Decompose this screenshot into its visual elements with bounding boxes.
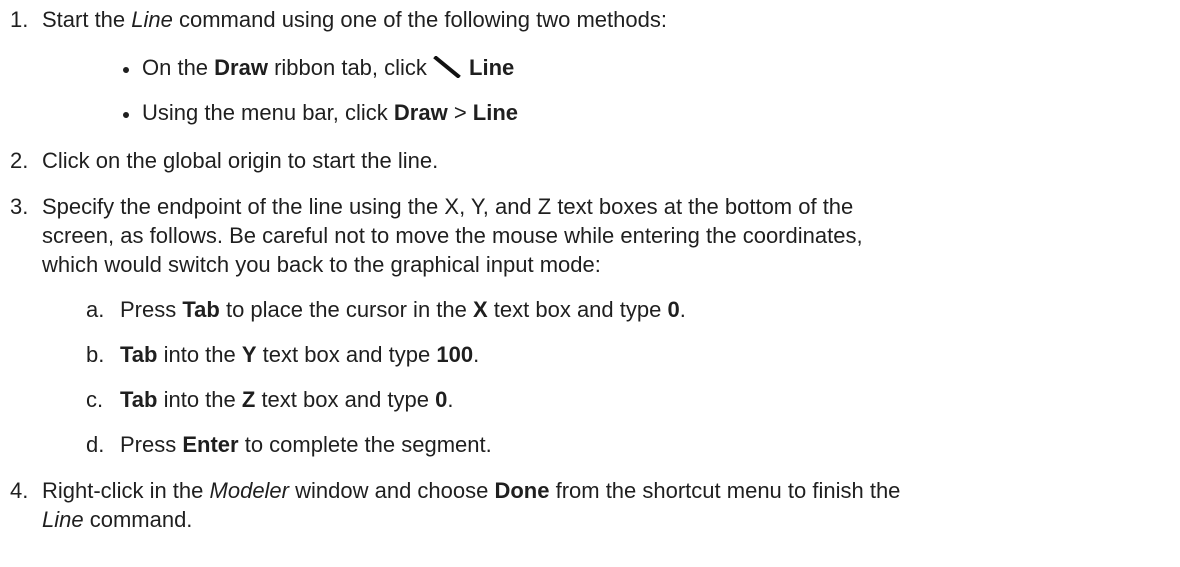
- step-4-line-2: Line command.: [42, 506, 192, 534]
- substep-a-letter: a.: [86, 297, 105, 322]
- step-1-text: Start the Line command using one of the …: [42, 6, 667, 34]
- step-3-line-3: which would switch you back to the graph…: [42, 252, 601, 277]
- step-4-text-b: window and choose: [289, 478, 495, 503]
- bullet-ribbon-method: On the Draw ribbon tab, click Line: [142, 54, 514, 82]
- substep-d-text-a: Press: [120, 432, 183, 457]
- y-box-name: Y: [241, 342, 257, 367]
- step-2-number: 2.: [10, 148, 29, 173]
- z-box-name: Z: [241, 387, 256, 412]
- step-1-text-b: command using one of the following two m…: [172, 7, 667, 32]
- bullet-2-text-a: Using the menu bar, click: [142, 100, 394, 125]
- step-1-number: 1.: [10, 7, 29, 32]
- x-box-name: X: [472, 297, 488, 322]
- line-command-name: Line: [131, 7, 173, 32]
- step-2-text: Click on the global origin to start the …: [42, 148, 439, 173]
- substep-c-period: .: [447, 387, 454, 412]
- substep-c-text-b: text box and type: [255, 387, 436, 412]
- done-menu-item: Done: [494, 478, 550, 503]
- step-4-line-1: Right-click in the Modeler window and ch…: [42, 477, 900, 505]
- substep-a-text-a: Press: [120, 297, 183, 322]
- tab-key: Tab: [120, 387, 158, 412]
- substep-d-text: Press Enter to complete the segment.: [120, 431, 492, 459]
- line-command-name: Line: [42, 507, 84, 532]
- step-3-line-1: Specify the endpoint of the line using t…: [42, 194, 854, 219]
- substep-c-letter: c.: [86, 387, 104, 412]
- step-3-number: 3.: [10, 194, 29, 219]
- step-4-text-c: from the shortcut menu to finish the: [549, 478, 901, 503]
- substep-b-letter: b.: [86, 342, 105, 367]
- substep-b-text: Tab into the Y text box and type 100.: [120, 341, 479, 369]
- substep-c-text: Tab into the Z text box and type 0.: [120, 386, 453, 414]
- substep-a-period: .: [679, 297, 686, 322]
- draw-tab-name: Draw: [214, 55, 268, 80]
- line-menu-item-name: Line: [472, 100, 519, 125]
- substep-a-text: Press Tab to place the cursor in the X t…: [120, 296, 686, 324]
- tab-key: Tab: [182, 297, 220, 322]
- substep-a-text-b: to place the cursor in the: [219, 297, 473, 322]
- bullet-1-text-b: ribbon tab, click: [267, 55, 434, 80]
- enter-key: Enter: [182, 432, 239, 457]
- modeler-window-name: Modeler: [209, 478, 289, 503]
- substep-d-text-b: to complete the segment.: [238, 432, 492, 457]
- step-4-number: 4.: [10, 478, 29, 503]
- step-3-line-2: screen, as follows. Be careful not to mo…: [42, 223, 863, 248]
- x-value: 0: [667, 297, 680, 322]
- substep-c-text-a: into the: [157, 387, 242, 412]
- bullet-1-text-a: On the: [142, 55, 215, 80]
- substep-b-period: .: [473, 342, 480, 367]
- bullet-dot: [123, 112, 129, 118]
- bullet-2-separator: >: [447, 100, 473, 125]
- substep-d-letter: d.: [86, 432, 105, 457]
- substep-b-text-b: text box and type: [256, 342, 437, 367]
- line-tool-icon: [433, 56, 461, 78]
- step-4-text-d: command.: [83, 507, 193, 532]
- draw-menu-name: Draw: [393, 100, 448, 125]
- substep-b-text-a: into the: [157, 342, 242, 367]
- bullet-dot: [123, 67, 129, 73]
- tab-key: Tab: [120, 342, 158, 367]
- substep-a-text-c: text box and type: [487, 297, 668, 322]
- step-4-text-a: Right-click in the: [42, 478, 210, 503]
- y-value: 100: [436, 342, 474, 367]
- step-1-text-a: Start the: [42, 7, 132, 32]
- z-value: 0: [435, 387, 448, 412]
- bullet-menu-method: Using the menu bar, click Draw > Line: [142, 99, 518, 127]
- line-button-label: Line: [469, 55, 515, 80]
